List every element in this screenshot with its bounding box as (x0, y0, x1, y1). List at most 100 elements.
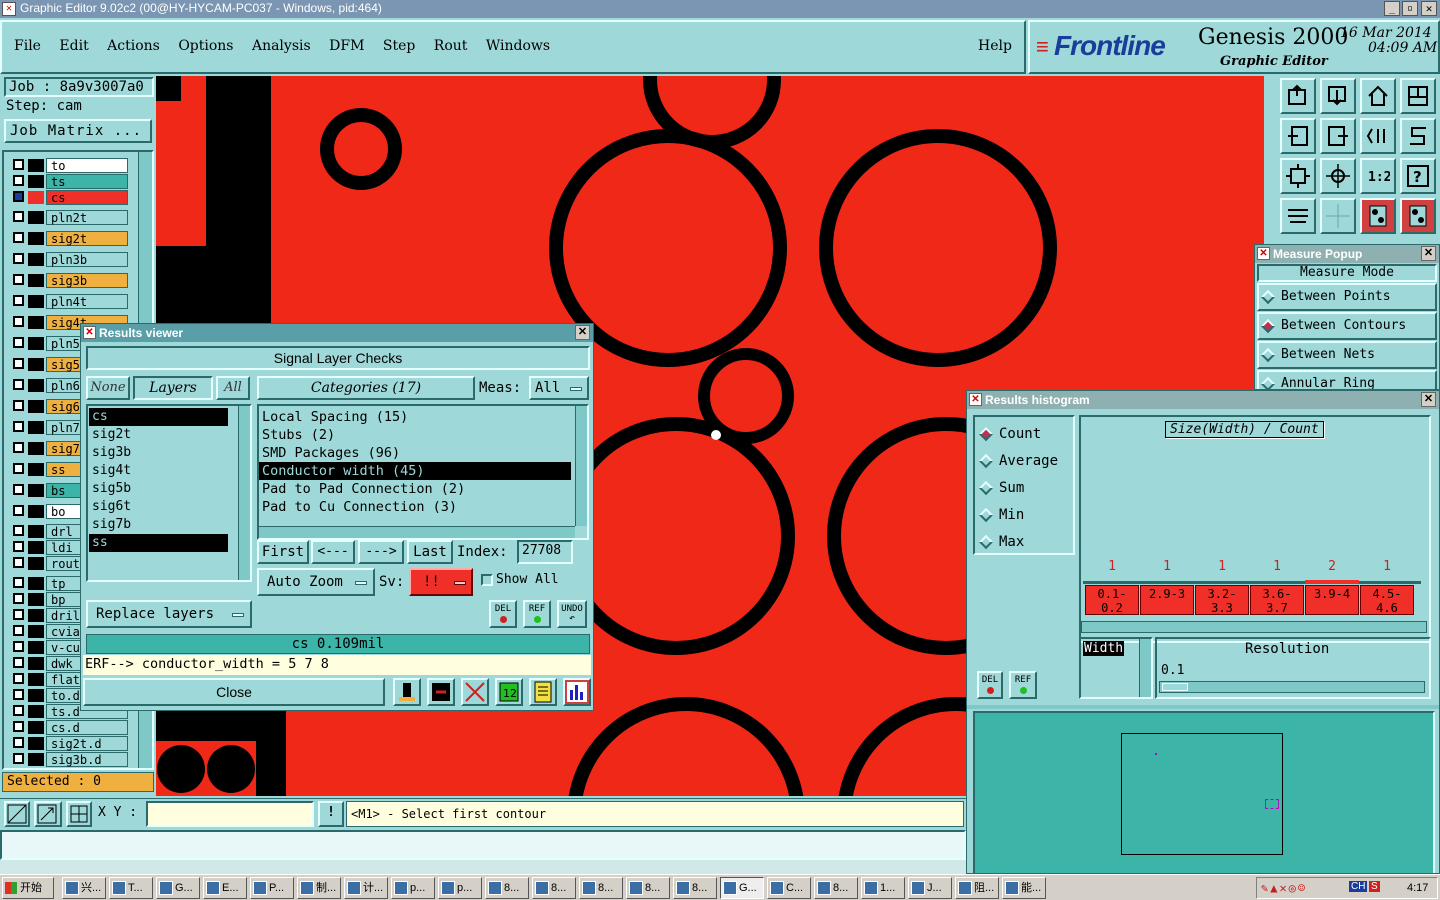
list-item[interactable]: cs (89, 408, 228, 426)
index-field[interactable]: 27708 (517, 540, 573, 564)
menu-options[interactable]: Options (178, 38, 233, 54)
list-item[interactable]: sig5b (89, 480, 228, 498)
chart-scrollbar[interactable] (1081, 621, 1427, 633)
report-tool-icon[interactable] (529, 678, 557, 706)
histogram-bin-label[interactable]: 4.5-4.6 (1360, 585, 1414, 615)
taskbar-item[interactable]: P... (250, 877, 294, 899)
between-contours-option[interactable]: Between Contours (1257, 312, 1437, 340)
list-item[interactable]: sig2t (89, 426, 228, 444)
histogram-bar[interactable] (1195, 581, 1249, 584)
layer-checkbox[interactable] (13, 721, 24, 732)
grid-icon[interactable] (1320, 198, 1356, 234)
list-item[interactable]: sig3b (89, 444, 228, 462)
layer-row[interactable]: ts (10, 174, 128, 189)
center-icon[interactable] (1320, 158, 1356, 194)
fit-icon[interactable] (1280, 158, 1316, 194)
meas-dropdown[interactable]: All (529, 376, 589, 400)
menu-analysis[interactable]: Analysis (252, 38, 311, 54)
categories-tab[interactable]: Categories (17) (257, 376, 475, 400)
layer-checkbox[interactable] (13, 641, 24, 652)
list-item[interactable]: sig4t (89, 462, 228, 480)
layer-row[interactable]: cs (10, 190, 128, 205)
pan-left-icon[interactable] (1280, 118, 1316, 154)
layer-checkbox[interactable] (13, 232, 24, 243)
list-item[interactable]: sig6t (89, 498, 228, 516)
vertical-scrollbar[interactable] (238, 406, 250, 580)
home-icon[interactable] (1360, 78, 1396, 114)
layer-checkbox[interactable] (13, 211, 24, 222)
help-question-icon[interactable]: ? (1400, 158, 1436, 194)
layer-row[interactable]: sig2t.d (10, 736, 128, 751)
show-all-checkbox[interactable] (481, 574, 493, 586)
all-button[interactable]: All (216, 376, 250, 400)
prev-button[interactable]: <--- (311, 540, 355, 564)
close-icon[interactable]: ✕ (1421, 392, 1436, 407)
maximize-icon[interactable]: ▫ (1402, 1, 1418, 16)
layer-checkbox[interactable] (13, 274, 24, 285)
taskbar-item[interactable]: 阻... (955, 877, 999, 899)
none-button[interactable]: None (86, 376, 130, 400)
zoom-home-icon[interactable] (1280, 78, 1316, 114)
layer-checkbox[interactable] (13, 541, 24, 552)
layer-checkbox[interactable] (13, 753, 24, 764)
layer-checkbox[interactable] (13, 358, 24, 369)
layer-checkbox[interactable] (13, 625, 24, 636)
measure-tool-icon[interactable] (1280, 198, 1316, 234)
histogram-bar[interactable] (1305, 580, 1359, 584)
menu-edit[interactable]: Edit (59, 38, 88, 54)
panel-icon[interactable] (1400, 78, 1436, 114)
histogram-tool-icon[interactable] (563, 678, 591, 706)
taskbar-item[interactable]: 8... (673, 877, 717, 899)
list-item[interactable]: Pad to Pad Connection (2) (259, 480, 571, 498)
layer-checkbox[interactable] (13, 609, 24, 620)
layer-row[interactable]: to (10, 158, 128, 173)
mode-min[interactable]: Min (978, 502, 1073, 529)
zoom-down-icon[interactable] (1320, 78, 1356, 114)
taskbar-item[interactable]: C... (767, 877, 811, 899)
replace-layers-dropdown[interactable]: Replace layers (86, 600, 252, 628)
layer-checkbox[interactable] (13, 175, 24, 186)
layer-checkbox[interactable] (13, 737, 24, 748)
layer-checkbox[interactable] (13, 577, 24, 588)
layers-tab[interactable]: Layers (133, 376, 213, 400)
menu-file[interactable]: File (14, 38, 41, 54)
histogram-bar[interactable] (1140, 581, 1194, 584)
layer-checkbox[interactable] (13, 705, 24, 716)
layer-checkbox[interactable] (13, 295, 24, 306)
erase-tool-icon[interactable] (461, 678, 489, 706)
first-button[interactable]: First (257, 540, 309, 564)
menu-rout[interactable]: Rout (434, 38, 468, 54)
last-button[interactable]: Last (407, 540, 453, 564)
horizontal-scrollbar[interactable] (259, 526, 575, 538)
between-nets-option[interactable]: Between Nets (1257, 341, 1437, 369)
menu-step[interactable]: Step (383, 38, 415, 54)
histogram-bin-label[interactable]: 3.6-3.7 (1250, 585, 1304, 615)
layer-checkbox[interactable] (13, 442, 24, 453)
layer-checkbox[interactable] (13, 191, 24, 202)
grid-snap-icon[interactable] (66, 801, 92, 827)
layer-checkbox[interactable] (13, 689, 24, 700)
minimize-icon[interactable]: _ (1384, 1, 1400, 16)
results-viewer-titlebar[interactable]: ✕ Results viewer ✕ (81, 324, 593, 342)
layer-checkbox[interactable] (13, 657, 24, 668)
histogram-bar[interactable] (1250, 581, 1304, 584)
undo-button[interactable]: UNDO ↶ (557, 600, 587, 628)
layer-row[interactable]: pln3b (10, 252, 128, 267)
between-points-option[interactable]: Between Points (1257, 283, 1437, 311)
taskbar-item[interactable]: 兴... (62, 877, 106, 899)
taskbar-item[interactable]: 1... (861, 877, 905, 899)
layer-row[interactable]: pln4t (10, 294, 128, 309)
warning-button[interactable]: ! (318, 801, 344, 827)
sv-dropdown[interactable]: !! (409, 568, 473, 596)
layer-checkbox[interactable] (13, 337, 24, 348)
close-icon[interactable]: ✕ (1421, 1, 1437, 16)
close-icon[interactable]: ✕ (1421, 246, 1436, 261)
layer-checkbox[interactable] (13, 159, 24, 170)
mirror-icon[interactable] (1400, 118, 1436, 154)
mark-tool-icon[interactable] (427, 678, 455, 706)
layer-row[interactable]: sig3b (10, 273, 128, 288)
taskbar-item[interactable]: 8... (579, 877, 623, 899)
taskbar-item[interactable]: p... (438, 877, 482, 899)
layer-checkbox[interactable] (13, 593, 24, 604)
taskbar-item[interactable]: E... (203, 877, 247, 899)
